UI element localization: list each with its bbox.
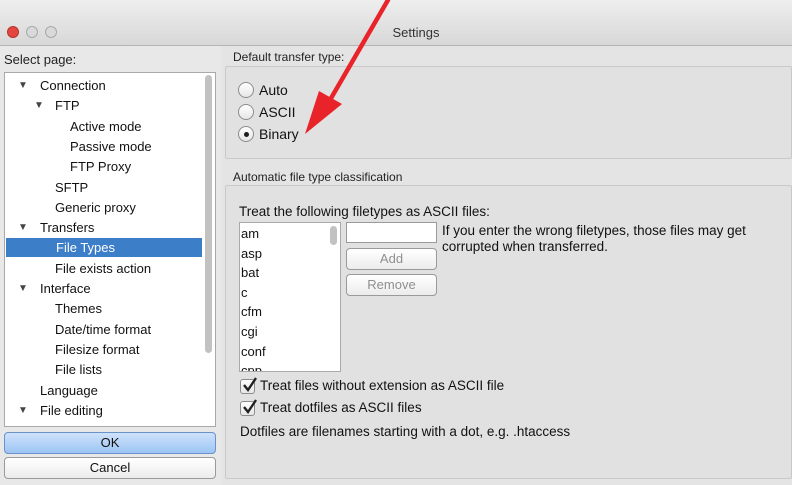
filetype-list-item[interactable]: bat <box>241 263 259 282</box>
tree-item-label: Transfers <box>40 220 95 236</box>
tree-item[interactable]: ▼ File editing <box>5 401 201 420</box>
add-button[interactable]: Add <box>346 248 437 270</box>
warning-text-line2: corrupted when transferred. <box>442 239 608 254</box>
radio-label: Binary <box>259 126 299 142</box>
dotfiles-note: Dotfiles are filenames starting with a d… <box>240 424 571 439</box>
tree-item[interactable]: File exists action <box>5 259 201 278</box>
tree-item-label: Filesize format <box>55 341 140 357</box>
transfer-type-option[interactable]: ASCII <box>238 103 318 123</box>
tree-item[interactable]: Date/time format <box>5 320 201 339</box>
dotfiles-ascii-label: Treat dotfiles as ASCII files <box>260 400 422 415</box>
tree-item-label: Interface <box>40 281 91 296</box>
radio-label: Auto <box>259 82 288 98</box>
tree-item[interactable]: File Types <box>6 238 202 258</box>
dotfiles-ascii-checkbox-row[interactable]: Treat dotfiles as ASCII files <box>240 399 500 418</box>
tree-item[interactable]: SFTP <box>5 178 201 197</box>
tree-item[interactable]: Passive mode <box>5 137 201 156</box>
tree-item-label: File Types <box>56 240 116 256</box>
tree-item[interactable]: ▼ Interface <box>5 279 201 298</box>
tree-scrollbar[interactable] <box>205 75 212 353</box>
classification-group-label: Automatic file type classification <box>233 170 403 184</box>
tree-item[interactable]: ▼ Connection <box>5 76 201 95</box>
tree-item-label: Active mode <box>70 118 142 134</box>
tree-item-label: SFTP <box>55 179 89 195</box>
checkmark-icon <box>243 399 257 415</box>
filetype-list-item[interactable]: cfm <box>241 302 262 321</box>
tree-item[interactable]: Language <box>5 381 201 400</box>
tree-item[interactable]: ▼ FTP <box>5 96 201 115</box>
no-extension-ascii-checkbox-row[interactable]: Treat files without extension as ASCII f… <box>240 377 560 396</box>
title-bar: Settings <box>0 0 792 46</box>
select-page-label: Select page: <box>4 52 77 67</box>
expand-triangle-icon[interactable]: ▼ <box>18 401 28 420</box>
tree-item[interactable]: Themes <box>5 299 201 318</box>
treat-filetypes-label: Treat the following filetypes as ASCII f… <box>239 204 490 219</box>
new-filetype-input[interactable] <box>346 222 437 243</box>
filetype-list-item[interactable]: am <box>241 224 259 243</box>
filetype-list-item[interactable]: cgi <box>241 322 258 341</box>
transfer-type-option[interactable]: Auto <box>238 81 318 101</box>
transfer-type-option[interactable]: Binary <box>238 125 318 145</box>
ok-button[interactable]: OK <box>4 432 216 454</box>
expand-triangle-icon[interactable]: ▼ <box>18 218 28 237</box>
checkmark-icon <box>243 377 257 393</box>
radio-button[interactable] <box>238 82 254 98</box>
tree-item-label: Connection <box>40 78 106 93</box>
tree-item-label: Language <box>40 382 98 398</box>
filetype-list[interactable]: am asp bat c cfm cgi conf cpp <box>239 222 341 372</box>
tree-item-label: File lists <box>55 362 102 378</box>
tree-item-label: Passive mode <box>70 138 152 154</box>
filetype-list-item[interactable]: cpp <box>241 361 262 371</box>
radio-button[interactable] <box>238 104 254 120</box>
tree-item-label: File exists action <box>55 260 152 276</box>
no-extension-ascii-checkbox[interactable] <box>240 377 257 394</box>
radio-label: ASCII <box>259 104 296 120</box>
tree-item[interactable]: FTP Proxy <box>5 157 201 176</box>
settings-page-tree[interactable]: ▼ Connection ▼ FTP Active mode Passive mode FT… <box>4 72 216 427</box>
cancel-button[interactable]: Cancel <box>4 457 216 479</box>
tree-item[interactable]: ▼ Transfers <box>5 218 201 237</box>
tree-item-label: FTP Proxy <box>70 159 132 175</box>
remove-button[interactable]: Remove <box>346 274 437 296</box>
no-extension-ascii-label: Treat files without extension as ASCII f… <box>260 378 505 393</box>
tree-item[interactable]: File lists <box>5 360 201 379</box>
expand-triangle-icon[interactable]: ▼ <box>18 76 28 95</box>
tree-item-label: Generic proxy <box>55 199 136 215</box>
transfer-type-group-label: Default transfer type: <box>233 50 345 64</box>
tree-item-label: Date/time format <box>55 321 152 337</box>
warning-text-line1: If you enter the wrong filetypes, those … <box>442 223 746 238</box>
radio-dot-icon <box>244 132 249 137</box>
dotfiles-ascii-checkbox[interactable] <box>240 399 257 416</box>
filetype-list-scrollbar[interactable] <box>330 226 337 245</box>
tree-item-label: FTP <box>55 98 80 114</box>
tree-item[interactable]: Generic proxy <box>5 198 201 217</box>
filetype-list-item[interactable]: c <box>241 283 248 302</box>
tree-item[interactable]: Active mode <box>5 117 201 136</box>
expand-triangle-icon[interactable]: ▼ <box>18 279 28 298</box>
filetype-list-item[interactable]: conf <box>241 342 266 361</box>
filetype-list-item[interactable]: asp <box>241 244 262 263</box>
tree-item-label: File editing <box>40 402 103 418</box>
expand-triangle-icon[interactable]: ▼ <box>34 96 44 115</box>
tree-item[interactable]: Filesize format <box>5 340 201 359</box>
radio-button[interactable] <box>238 126 254 142</box>
window-title: Settings <box>392 25 440 40</box>
tree-item-label: Themes <box>55 301 102 317</box>
